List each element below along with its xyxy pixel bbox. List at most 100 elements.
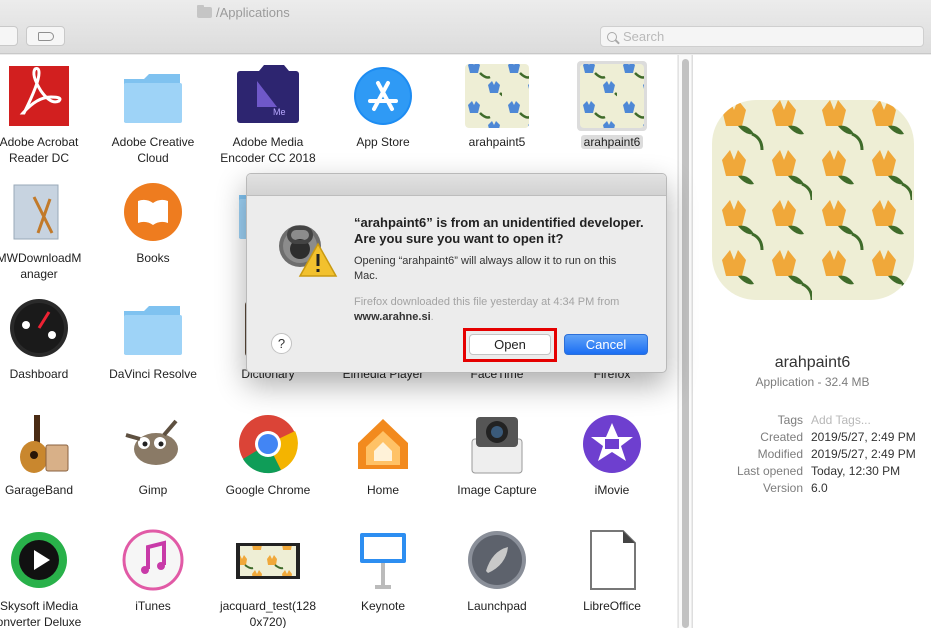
app-label: Google Chrome — [211, 482, 325, 498]
open-button[interactable]: Open — [469, 334, 551, 355]
arahpaint-icon — [577, 61, 647, 131]
app-label-text: iMovie — [594, 483, 630, 497]
app-label-text: iTunes — [135, 599, 171, 613]
app-label: Keynote — [326, 598, 440, 614]
app-label-text: DaVinci Resolve — [109, 367, 197, 381]
search-input[interactable] — [623, 29, 903, 44]
scrollbar[interactable] — [678, 55, 691, 628]
metadata-key: Modified — [757, 447, 803, 461]
app-label-text: Gimp — [138, 483, 168, 497]
tags-button[interactable] — [26, 26, 65, 46]
folder-icon — [118, 61, 188, 131]
folder-icon — [118, 293, 188, 363]
app-label: iMovie — [555, 482, 669, 498]
tag-icon — [37, 31, 54, 41]
search-field[interactable] — [600, 26, 924, 47]
acrobat-icon — [4, 61, 74, 131]
app-label-text: Launchpad — [467, 599, 527, 613]
media-encoder-icon: Me — [233, 61, 303, 131]
metadata-value: 2019/5/27, 2:49 PM — [811, 430, 916, 444]
finder-window: /Applications Adobe Acrobat Reader DC Ado… — [0, 0, 931, 628]
dashboard-icon — [4, 293, 74, 363]
app-label: LibreOffice — [555, 598, 669, 614]
app-label: Adobe Media Encoder CC 2018 — [211, 134, 325, 166]
gatekeeper-warning-icon — [274, 222, 338, 280]
app-label-text: Dashboard — [9, 367, 69, 381]
app-label-text: jacquard_test(128 0x720) — [219, 599, 317, 628]
view-options-button[interactable] — [0, 26, 18, 46]
download-info-suffix: . — [430, 311, 434, 323]
image-file-icon — [233, 525, 303, 595]
app-label-text: Skysoft iMedia onverter Deluxe — [0, 599, 82, 628]
imedia-converter-icon — [4, 525, 74, 595]
help-button[interactable]: ? — [271, 333, 292, 354]
app-label-text: Adobe Acrobat Reader DC — [0, 135, 79, 165]
metadata-key: Version — [762, 481, 803, 495]
metadata-value: 6.0 — [811, 481, 828, 495]
cancel-button[interactable]: Cancel — [564, 334, 648, 355]
libreoffice-icon — [577, 525, 647, 595]
app-label-text: LibreOffice — [583, 599, 641, 613]
itunes-icon — [118, 525, 188, 595]
app-label: Home — [326, 482, 440, 498]
metadata-key: Tags — [777, 413, 803, 427]
books-icon — [118, 177, 188, 247]
app-label-text: Home — [366, 483, 399, 497]
metadata-row: Tags Add Tags... — [693, 413, 931, 430]
metadata-key: Created — [760, 430, 803, 444]
preview-name: arahpaint6 — [774, 354, 851, 371]
window-title: /Applications — [197, 4, 290, 20]
metadata-value: 2019/5/27, 2:49 PM — [811, 447, 916, 461]
app-label-text: App Store — [356, 135, 410, 149]
app-label: GarageBand — [0, 482, 96, 498]
app-label-text: Adobe Media Encoder CC 2018 — [220, 135, 316, 165]
app-label-text: GarageBand — [4, 483, 74, 497]
folder-icon — [197, 4, 212, 18]
app-label: Skysoft iMedia onverter Deluxe — [0, 598, 96, 628]
svg-text:Me: Me — [273, 107, 286, 117]
chrome-icon — [233, 409, 303, 479]
metadata-key: Last opened — [736, 464, 803, 478]
arahpaint-preview-icon — [712, 100, 914, 300]
gimp-icon — [118, 409, 188, 479]
launchpad-icon — [462, 525, 532, 595]
keynote-icon — [348, 525, 418, 595]
dialog-download-info: Firefox downloaded this file yesterday a… — [354, 295, 644, 325]
toolbar: /Applications — [0, 0, 931, 54]
dialog-title: “arahpaint6” is from an unidentified dev… — [354, 215, 644, 246]
app-store-icon — [348, 61, 418, 131]
metadata-value: Today, 12:30 PM — [811, 464, 901, 478]
app-label-text: Image Capture — [457, 483, 537, 497]
unidentified-developer-dialog: “arahpaint6” is from an unidentified dev… — [246, 173, 667, 373]
app-label-text: Books — [136, 251, 170, 265]
add-tags-field[interactable]: Add Tags... — [811, 413, 871, 427]
metadata-row: Created 2019/5/27, 2:49 PM — [693, 430, 931, 447]
app-label: arahpaint5 — [440, 134, 554, 150]
app-label-text: Google Chrome — [225, 483, 311, 497]
download-source-site: www.arahne.si — [354, 311, 431, 323]
metadata-row: Last opened Today, 12:30 PM — [693, 464, 931, 481]
window-title-text: /Applications — [216, 4, 290, 20]
app-label: Image Capture — [440, 482, 554, 498]
app-label: DaVinci Resolve — [96, 366, 210, 382]
app-label-text: Adobe Creative Cloud — [111, 135, 195, 165]
app-label: Adobe Creative Cloud — [96, 134, 210, 166]
metadata-row: Version 6.0 — [693, 481, 931, 498]
app-label: Books — [96, 250, 210, 266]
app-label: arahpaint6 — [555, 134, 669, 150]
dialog-message: Opening “arahpaint6” will always allow i… — [354, 255, 617, 282]
app-label: MWDownloadM anager — [0, 250, 96, 282]
app-label: Launchpad — [440, 598, 554, 614]
download-info-text: Firefox downloaded this file yesterday a… — [354, 296, 620, 308]
dialog-titlebar — [247, 174, 666, 196]
app-label-text: Keynote — [360, 599, 406, 613]
app-label: App Store — [326, 134, 440, 150]
search-icon — [607, 31, 617, 42]
app-label: iTunes — [96, 598, 210, 614]
app-label: Adobe Acrobat Reader DC — [0, 134, 96, 166]
image-capture-icon — [462, 409, 532, 479]
app-label-text: arahpaint5 — [468, 135, 526, 149]
app-label-text: arahpaint6 — [580, 135, 644, 149]
home-icon — [348, 409, 418, 479]
scroll-thumb[interactable] — [682, 59, 689, 628]
